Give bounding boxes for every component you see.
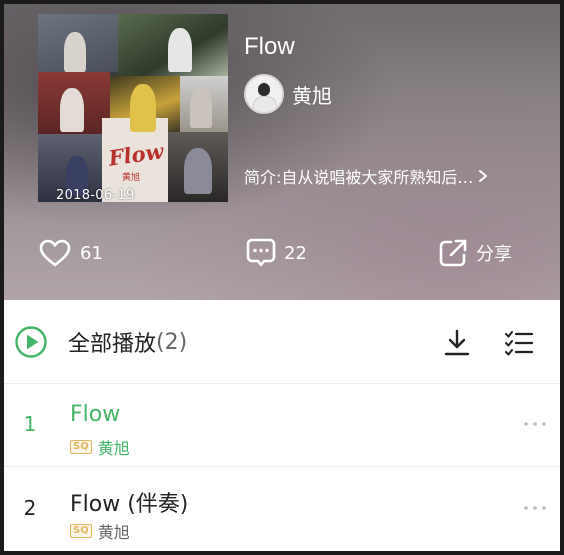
share-icon — [439, 239, 467, 267]
song-meta: SQ 黄旭 — [70, 435, 130, 459]
multi-select-icon[interactable] — [504, 330, 534, 356]
sq-quality-badge: SQ — [70, 524, 92, 538]
album-title: Flow — [244, 33, 295, 60]
album-header: Flow 黄旭 2018-06-19 Flow 黄旭 简介:自从说唱被大家所熟知… — [4, 4, 560, 300]
heart-icon — [39, 239, 71, 267]
like-count: 61 — [80, 242, 103, 264]
comment-button[interactable]: 22 — [246, 236, 307, 270]
album-intro[interactable]: 简介:自从说唱被大家所熟知后… — [244, 164, 489, 188]
cover-figure — [60, 88, 84, 132]
play-all-label: 全部播放 — [68, 332, 157, 357]
album-page: Flow 黄旭 2018-06-19 Flow 黄旭 简介:自从说唱被大家所熟知… — [0, 0, 564, 555]
song-title: Flow (伴奏) — [70, 492, 189, 517]
avatar — [244, 74, 284, 114]
avatar-body-shape — [253, 96, 277, 112]
cover-figure — [130, 84, 156, 132]
album-cover[interactable]: Flow 黄旭 2018-06-19 — [38, 14, 228, 202]
like-button[interactable]: 61 — [38, 236, 103, 270]
download-icon[interactable] — [442, 328, 472, 358]
song-index: 1 — [23, 412, 37, 436]
song-index: 2 — [23, 496, 37, 520]
play-all-button[interactable]: 全部播放 (2) — [14, 325, 187, 359]
more-icon[interactable] — [522, 418, 548, 430]
avatar-head-shape — [258, 83, 270, 96]
cover-figure — [184, 148, 212, 194]
cover-figure — [64, 32, 86, 72]
artist-link[interactable]: 黄旭 — [244, 74, 332, 114]
sq-quality-badge: SQ — [70, 440, 92, 454]
share-button[interactable]: 分享 — [438, 236, 512, 270]
chevron-right-icon — [479, 170, 488, 182]
release-date: 2018-06-19 — [56, 188, 135, 202]
song-row[interactable]: 2 Flow (伴奏) SQ 黄旭 — [4, 468, 560, 551]
artist-name: 黄旭 — [292, 83, 332, 108]
play-circle-icon — [15, 326, 47, 358]
song-count: (2) — [156, 329, 188, 355]
song-artist: 黄旭 — [97, 439, 130, 458]
share-label: 分享 — [476, 244, 512, 265]
play-all-bar: 全部播放 (2) — [4, 300, 560, 384]
song-artist: 黄旭 — [97, 523, 130, 542]
intro-text: 简介:自从说唱被大家所熟知后… — [244, 168, 474, 187]
cover-figure — [190, 88, 212, 128]
song-title: Flow — [70, 402, 121, 427]
song-meta: SQ 黄旭 — [70, 519, 130, 543]
comment-icon — [246, 238, 276, 267]
comment-count: 22 — [284, 242, 307, 264]
more-icon[interactable] — [522, 502, 548, 514]
cover-figure — [168, 28, 192, 72]
cover-logo-subtext: 黄旭 — [122, 173, 141, 183]
song-row[interactable]: 1 Flow SQ 黄旭 — [4, 384, 560, 467]
